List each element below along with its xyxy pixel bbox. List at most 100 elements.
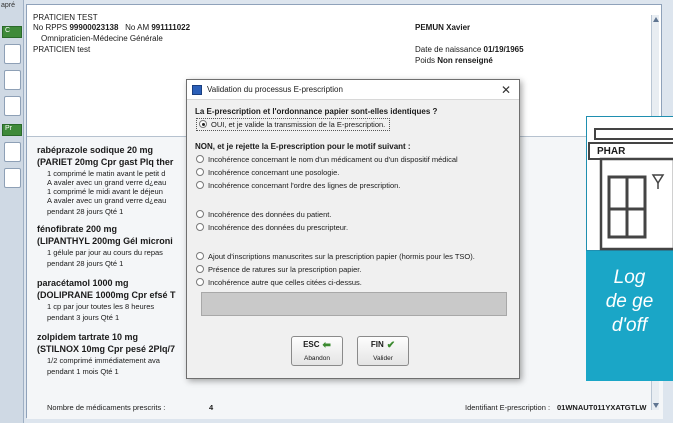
medication-duration: pendant 3 jours Qté 1	[47, 313, 120, 322]
medication-product: (PARIET 20mg Cpr gast Plq ther	[37, 157, 174, 167]
practitioner-specialty: Omnipraticien-Médecine Générale	[41, 34, 163, 43]
patient-weight: Poids Non renseigné	[415, 56, 493, 65]
reject-reason-option[interactable]: Incohérence des données du patient.	[196, 210, 331, 219]
reject-reason-option[interactable]: Présence de ratures sur la prescription …	[196, 265, 361, 274]
validate-button[interactable]: FIN ✔ Valider	[357, 336, 409, 366]
reject-reason-label: Incohérence concernant le nom d'un médic…	[208, 155, 458, 164]
reject-reason-label: Incohérence des données du patient.	[208, 210, 332, 219]
weight-value: Non renseigné	[437, 56, 493, 65]
scroll-down-icon[interactable]	[653, 403, 659, 408]
medication-product: (DOLIPRANE 1000mg Cpr efsé T	[37, 290, 176, 300]
medication-count: 4	[209, 403, 214, 412]
medication-line: A avaler avec un grand verre d¿eau	[47, 178, 167, 187]
eprescription-validation-dialog: Validation du processus E-prescription ✕…	[186, 79, 520, 379]
rpps-label: No RPPS	[33, 23, 68, 32]
medication-duration: pendant 28 jours Qté 1	[47, 207, 124, 216]
medication-line: 1 comprimé le matin avant le petit d	[47, 169, 166, 178]
validate-label: Valider	[373, 355, 393, 362]
logo-text-line: Log	[613, 267, 646, 288]
medication-duration: pendant 28 jours Qté 1	[47, 259, 124, 268]
reject-reason-label: Incohérence des données du prescripteur.	[208, 223, 349, 232]
eprescription-id-label: Identifiant E-prescription :	[465, 403, 551, 412]
practitioner-name: PRATICIEN TEST	[33, 13, 98, 22]
medication-title: zolpidem tartrate 10 mg	[37, 332, 139, 342]
close-icon[interactable]: ✕	[501, 83, 511, 97]
left-panel-box[interactable]	[4, 142, 21, 162]
left-panel-box[interactable]	[4, 96, 21, 116]
practitioner-ids: No RPPS 99900023138 No AM 991111022	[33, 23, 190, 32]
abandon-button[interactable]: ESC ⬅ Abandon	[291, 336, 343, 366]
left-green-tab[interactable]: C	[2, 26, 22, 38]
reject-reason-option[interactable]: Incohérence autre que celles citées ci-d…	[196, 278, 362, 287]
fin-key-row: FIN ✔	[358, 340, 408, 351]
option-yes-focus[interactable]: OUI, et je valide la transmission de la …	[196, 118, 391, 131]
medication-line: 1 gélule par jour au cours du repas	[47, 248, 163, 257]
radio-icon[interactable]	[196, 278, 204, 286]
am-label: No AM	[125, 23, 150, 32]
radio-icon[interactable]	[196, 265, 204, 273]
dialog-title-bar: Validation du processus E-prescription ✕	[187, 80, 519, 100]
patient-birthdate: Date de naissance 01/19/1965	[415, 45, 524, 54]
left-panel-box[interactable]	[4, 168, 21, 188]
medication-line: 1 cp par jour toutes les 8 heures	[47, 302, 155, 311]
radio-icon[interactable]	[196, 252, 204, 260]
esc-key-label: ESC	[303, 340, 320, 349]
radio-checked-icon[interactable]	[199, 120, 207, 128]
reject-reason-label: Incohérence autre que celles citées ci-d…	[208, 278, 362, 287]
dialog-title: Validation du processus E-prescription	[207, 85, 343, 94]
reject-reason-label: Incohérence concernant l'ordre des ligne…	[208, 181, 401, 190]
other-reason-textbox[interactable]	[201, 292, 507, 316]
reject-reason-label: Présence de ratures sur la prescription …	[208, 265, 362, 274]
reject-reason-option[interactable]: Incohérence concernant une posologie.	[196, 168, 339, 177]
eprescription-id: 01WNAUT011YXATGTLW	[557, 403, 647, 412]
rpps-value: 99900023138	[69, 23, 119, 32]
logo-text-line: d'off	[611, 315, 648, 336]
reject-reason-label: Ajout d'inscriptions manuscrites sur la …	[208, 252, 475, 261]
medication-title: fénofibrate 200 mg	[37, 224, 118, 234]
patient-name: PEMUN Xavier	[415, 23, 471, 32]
medication-line: 1 comprimé le midi avant le déjeun	[47, 187, 163, 196]
medication-title: rabéprazole sodique 20 mg	[37, 145, 154, 155]
weight-label: Poids	[415, 56, 436, 65]
left-panel-box[interactable]	[4, 44, 21, 64]
birth-label: Date de naissance	[415, 45, 482, 54]
medication-product: (LIPANTHYL 200mg Gél microni	[37, 236, 173, 246]
logo-text-line: de ge	[605, 291, 654, 312]
left-green-tab[interactable]: Pr	[2, 124, 22, 136]
pharmacy-building-icon	[588, 128, 673, 251]
prescription-footer: Nombre de médicaments prescrits : 4 Iden…	[27, 403, 663, 415]
dialog-question: La E-prescription et l'ordonnance papier…	[195, 107, 438, 116]
fin-key-label: FIN	[370, 340, 384, 349]
birth-value: 01/19/1965	[483, 45, 524, 54]
radio-icon[interactable]	[196, 210, 204, 218]
medication-line: A avaler avec un grand verre d¿eau	[47, 196, 167, 205]
reject-reason-option[interactable]: Incohérence concernant l'ordre des ligne…	[196, 181, 400, 190]
left-panel-box[interactable]	[4, 70, 21, 90]
pharmacy-logo-banner: Log de ge d'off	[586, 251, 673, 381]
abandon-label: Abandon	[303, 355, 331, 362]
radio-icon[interactable]	[196, 223, 204, 231]
left-tab-label: apré	[1, 2, 16, 9]
medication-line: 1/2 comprimé immédiatement ava	[47, 356, 160, 365]
radio-icon[interactable]	[196, 168, 204, 176]
reject-reason-option[interactable]: Ajout d'inscriptions manuscrites sur la …	[196, 252, 475, 261]
medication-count-label: Nombre de médicaments prescrits :	[47, 403, 166, 412]
medication-product: (STILNOX 10mg Cpr pesé 2Plq/7	[37, 344, 176, 354]
option-yes-label: OUI, et je valide la transmission de la …	[211, 120, 386, 129]
medication-title: paracétamol 1000 mg	[37, 278, 129, 288]
radio-icon[interactable]	[196, 181, 204, 189]
pharmacy-sign-text: PHAR	[597, 146, 626, 157]
pharmacy-logo: PHAR	[586, 116, 673, 251]
reject-reason-option[interactable]: Incohérence concernant le nom d'un médic…	[196, 155, 458, 164]
practitioner-short-name: PRATICIEN test	[33, 45, 91, 54]
scroll-up-icon[interactable]	[653, 17, 659, 22]
app-icon	[192, 85, 202, 95]
reject-reason-option[interactable]: Incohérence des données du prescripteur.	[196, 223, 348, 232]
radio-icon[interactable]	[196, 155, 204, 163]
option-yes[interactable]: OUI, et je valide la transmission de la …	[196, 118, 391, 131]
esc-key-row: ESC ⬅	[292, 340, 342, 351]
checkmark-icon: ✔	[386, 340, 396, 351]
am-value: 991111022	[151, 23, 191, 32]
reject-reason-label: Incohérence concernant une posologie.	[208, 168, 340, 177]
medication-duration: pendant 1 mois Qté 1	[47, 367, 119, 376]
